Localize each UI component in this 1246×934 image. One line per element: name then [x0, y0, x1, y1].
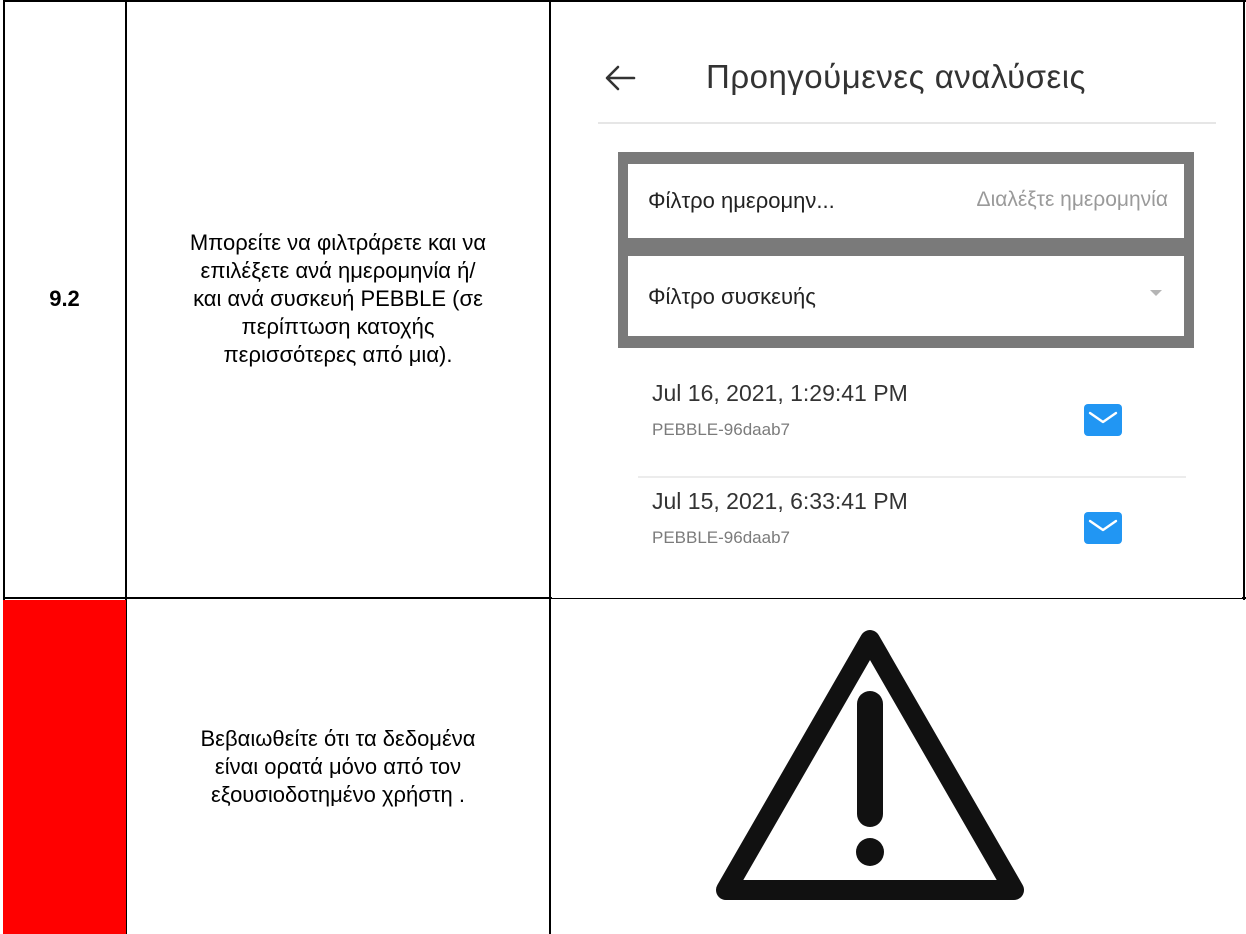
- list-item[interactable]: Jul 16, 2021, 1:29:41 PM PEBBLE-96daab7: [638, 374, 1194, 472]
- device-filter-label: Φίλτρο συσκευής: [648, 284, 816, 309]
- warning-description: Βεβαιωθείτε ότι τα δεδομένα είναι ορατά …: [127, 600, 549, 934]
- analysis-date: Jul 16, 2021, 1:29:41 PM: [652, 380, 908, 406]
- table-border-right: [1243, 0, 1245, 600]
- app-bar: Προηγούμενες αναλύσεις: [598, 32, 1216, 124]
- dropdown-arrow-icon[interactable]: [1150, 290, 1162, 296]
- analysis-date: Jul 15, 2021, 6:33:41 PM: [652, 488, 908, 514]
- step-number: 9.2: [49, 286, 80, 311]
- date-filter[interactable]: Φίλτρο ημερομην... Διαλέξτε ημερομηνία: [628, 164, 1184, 238]
- description-line: περίπτωση κατοχής: [241, 313, 435, 339]
- device-filter[interactable]: Φίλτρο συσκευής: [628, 256, 1184, 336]
- filter-panel: Φίλτρο ημερομην... Διαλέξτε ημερομηνία Φ…: [618, 152, 1194, 348]
- date-filter-label: Φίλτρο ημερομην...: [648, 188, 835, 213]
- screen-title: Προηγούμενες αναλύσεις: [706, 58, 1086, 95]
- description-line: Μπορείτε να φιλτράρετε και να: [189, 229, 487, 255]
- mail-icon[interactable]: [1084, 512, 1122, 544]
- description-line: περισσότερες από μια).: [223, 341, 453, 367]
- warning-line: Βεβαιωθείτε ότι τα δεδομένα: [200, 726, 476, 751]
- warning-triangle-icon: [716, 630, 1024, 900]
- date-picker-placeholder[interactable]: Διαλέξτε ημερομηνία: [977, 188, 1168, 212]
- table-column-divider-2: [549, 0, 551, 934]
- step-description: Μπορείτε να φιλτράρετε και να επιλέξετε …: [127, 0, 549, 597]
- warning-line: εξουσιοδοτημένο χρήστη .: [211, 782, 465, 807]
- app-bar-divider: [598, 122, 1216, 124]
- arrow-left-icon[interactable]: [598, 56, 642, 100]
- warning-color-cell: [3, 600, 126, 934]
- description-line: και ανά συσκευή PEBBLE (σε: [193, 285, 483, 311]
- list-item[interactable]: Jul 15, 2021, 6:33:41 PM PEBBLE-96daab7: [638, 482, 1194, 580]
- device-name: PEBBLE-96daab7: [652, 420, 790, 439]
- description-line: επιλέξετε ανά ημερομηνία ή/: [200, 257, 476, 283]
- device-name: PEBBLE-96daab7: [652, 528, 790, 547]
- warning-line: είναι ορατά μόνο από τον: [214, 754, 462, 779]
- app-screenshot: Προηγούμενες αναλύσεις Φίλτρο ημερομην..…: [552, 4, 1242, 598]
- list-divider: [638, 476, 1186, 478]
- mail-icon[interactable]: [1084, 404, 1122, 436]
- instruction-table: 9.2 Μπορείτε να φιλτράρετε και να επιλέξ…: [0, 0, 1246, 934]
